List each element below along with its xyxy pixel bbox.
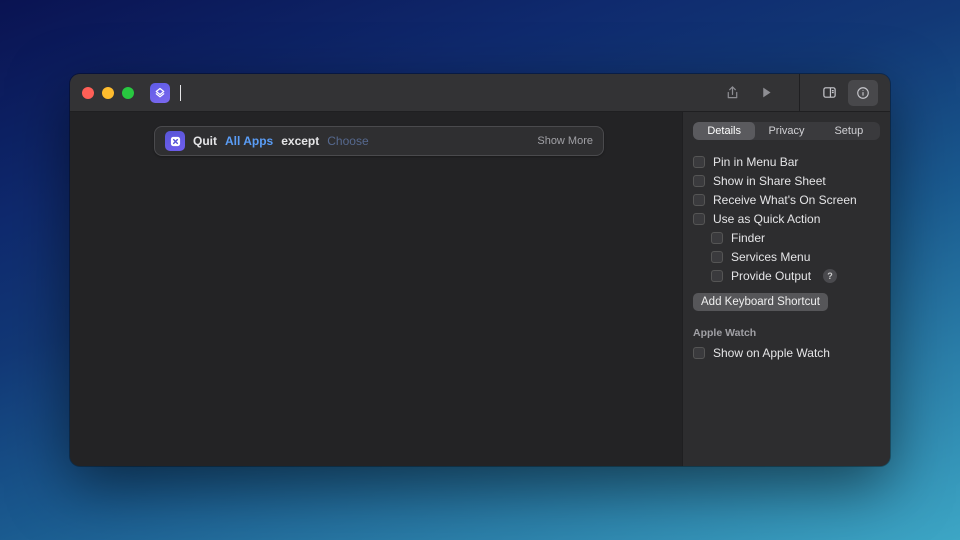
share-button[interactable] <box>717 80 747 106</box>
opt-label: Show in Share Sheet <box>713 174 826 188</box>
checkbox-icon[interactable] <box>711 251 723 263</box>
opt-label: Provide Output <box>731 269 811 283</box>
apple-watch-section-label: Apple Watch <box>693 327 880 339</box>
opt-label: Use as Quick Action <box>713 212 820 226</box>
opt-services-menu[interactable]: Services Menu <box>693 247 880 266</box>
inspector-sidebar: Details Privacy Setup Pin in Menu Bar Sh… <box>682 112 890 466</box>
quit-action-card[interactable]: Quit All Apps except Choose Show More <box>154 126 604 156</box>
choose-token[interactable]: Choose <box>327 134 368 148</box>
quit-action-icon <box>165 131 185 151</box>
except-label: except <box>281 134 319 148</box>
tab-setup[interactable]: Setup <box>818 122 880 140</box>
checkbox-icon[interactable] <box>693 175 705 187</box>
checkbox-icon[interactable] <box>693 194 705 206</box>
opt-label: Receive What's On Screen <box>713 193 857 207</box>
help-icon[interactable]: ? <box>823 269 837 283</box>
zoom-button[interactable] <box>122 87 134 99</box>
inspector-tabs[interactable]: Details Privacy Setup <box>693 122 880 140</box>
tab-details[interactable]: Details <box>693 122 755 140</box>
checkbox-icon[interactable] <box>693 156 705 168</box>
workflow-canvas[interactable]: Quit All Apps except Choose Show More <box>70 112 682 466</box>
titlebar <box>70 74 890 112</box>
quit-label: Quit <box>193 134 217 148</box>
checkbox-icon[interactable] <box>711 270 723 282</box>
info-button[interactable] <box>848 80 878 106</box>
opt-receive-on-screen[interactable]: Receive What's On Screen <box>693 190 880 209</box>
add-keyboard-shortcut-button[interactable]: Add Keyboard Shortcut <box>693 293 828 311</box>
opt-use-quick-action[interactable]: Use as Quick Action <box>693 209 880 228</box>
opt-pin-menu-bar[interactable]: Pin in Menu Bar <box>693 152 880 171</box>
window-controls <box>82 87 134 99</box>
shortcuts-editor-window: Quit All Apps except Choose Show More De… <box>70 74 890 466</box>
close-button[interactable] <box>82 87 94 99</box>
title-input-cursor[interactable] <box>180 85 181 101</box>
opt-label: Services Menu <box>731 250 810 264</box>
run-button[interactable] <box>751 80 781 106</box>
opt-show-on-apple-watch[interactable]: Show on Apple Watch <box>693 343 880 362</box>
show-more-button[interactable]: Show More <box>537 135 593 147</box>
opt-label: Finder <box>731 231 765 245</box>
minimize-button[interactable] <box>102 87 114 99</box>
all-apps-token[interactable]: All Apps <box>225 134 273 148</box>
toolbar-divider <box>799 74 800 112</box>
opt-provide-output[interactable]: Provide Output ? <box>693 266 880 285</box>
checkbox-icon[interactable] <box>693 213 705 225</box>
opt-label: Pin in Menu Bar <box>713 155 798 169</box>
checkbox-icon[interactable] <box>693 347 705 359</box>
sidebar-toggle-button[interactable] <box>814 80 844 106</box>
opt-show-share-sheet[interactable]: Show in Share Sheet <box>693 171 880 190</box>
tab-privacy[interactable]: Privacy <box>755 122 817 140</box>
checkbox-icon[interactable] <box>711 232 723 244</box>
shortcut-app-icon[interactable] <box>150 83 170 103</box>
opt-finder[interactable]: Finder <box>693 228 880 247</box>
opt-label: Show on Apple Watch <box>713 346 830 360</box>
window-body: Quit All Apps except Choose Show More De… <box>70 112 890 466</box>
